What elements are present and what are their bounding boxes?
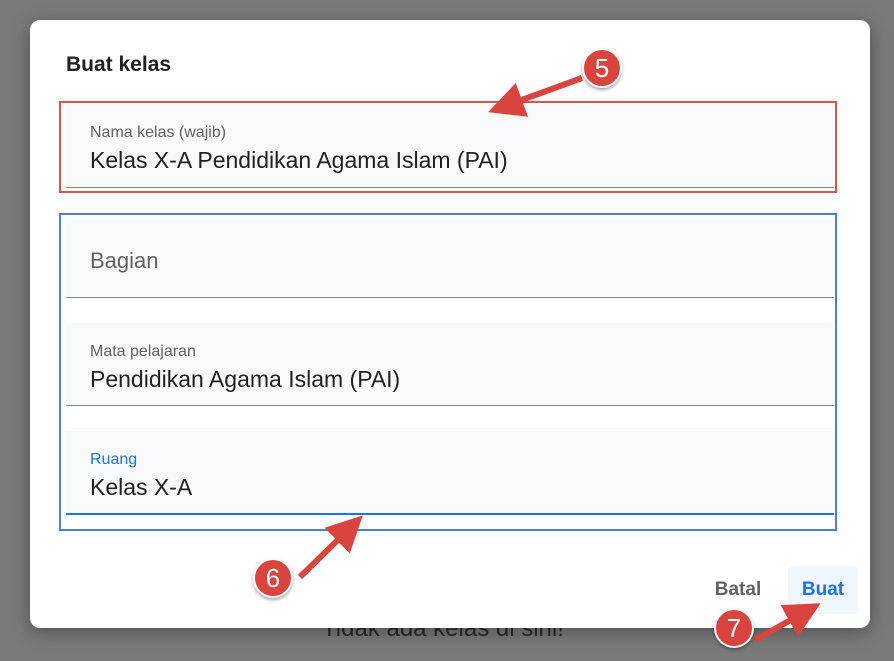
class-name-label: Nama kelas (wajib)	[90, 124, 227, 141]
section-field[interactable]: Bagian	[66, 220, 834, 298]
room-field[interactable]: Ruang Kelas X-A	[66, 431, 834, 515]
room-label: Ruang	[90, 451, 138, 468]
subject-field[interactable]: Mata pelajaran Pendidikan Agama Islam (P…	[66, 323, 834, 406]
class-name-value: Kelas X-A Pendidikan Agama Islam (PAI)	[90, 147, 508, 173]
step-7-badge: 7	[714, 608, 754, 648]
class-name-field[interactable]: Nama kelas (wajib) Kelas X-A Pendidikan …	[66, 104, 834, 188]
step-5-badge: 5	[582, 48, 622, 88]
subject-value: Pendidikan Agama Islam (PAI)	[90, 366, 401, 392]
create-class-dialog: Buat kelas Nama kelas (wajib) Kelas X-A …	[30, 20, 870, 628]
cancel-button[interactable]: Batal	[704, 566, 772, 614]
section-placeholder: Bagian	[90, 248, 159, 273]
create-button[interactable]: Buat	[788, 566, 858, 614]
room-value: Kelas X-A	[90, 474, 193, 500]
subject-label: Mata pelajaran	[90, 343, 196, 360]
dialog-title: Buat kelas	[66, 53, 172, 76]
step-6-badge: 6	[253, 558, 293, 598]
